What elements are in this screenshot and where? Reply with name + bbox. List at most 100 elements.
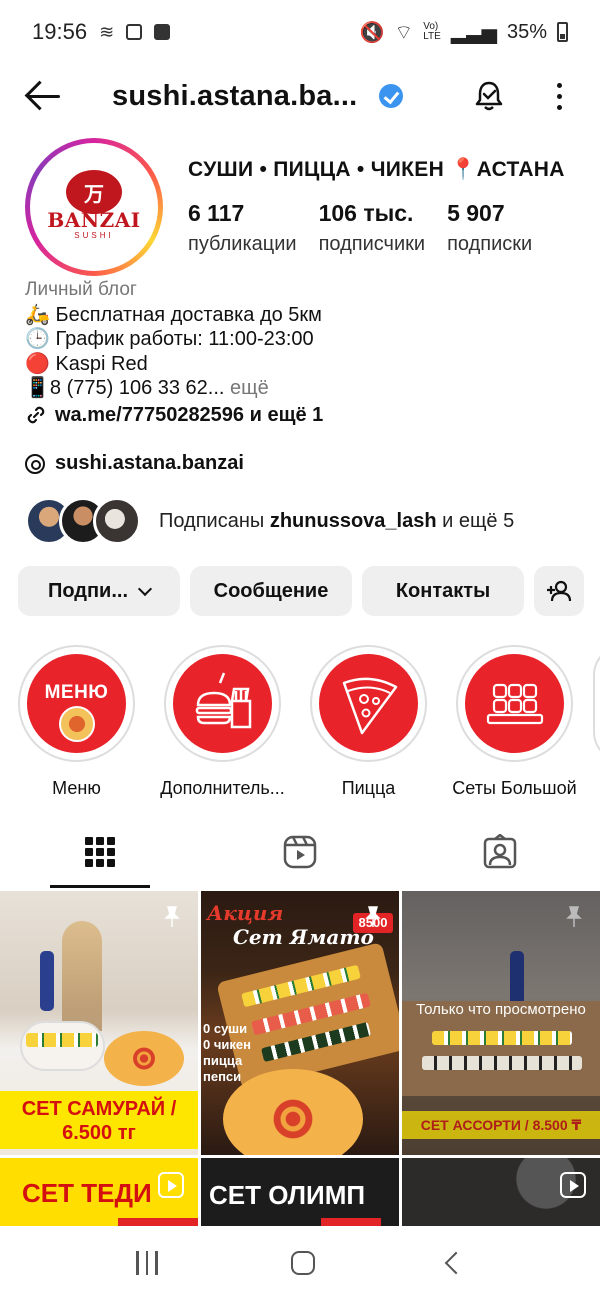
system-navigation-bar (0, 1226, 600, 1299)
post-tile[interactable]: СЕТ ОЛИМП (201, 1158, 399, 1228)
status-bar: 19:56 ≋ 🔇 ⌔ Vo) LTE ▂▃▅ 35% (0, 0, 600, 64)
bio-phone: 📱8 (775) 106 33 62... (25, 377, 225, 399)
highlight-cover (319, 654, 418, 753)
highlight-label: Меню (52, 778, 101, 798)
follow-button[interactable]: Подпи... (18, 566, 180, 616)
followed-by-row[interactable]: Подписаны zhunussova_lash и ещё 5 (25, 497, 514, 545)
tab-tagged[interactable] (400, 816, 600, 888)
stat-value: 106 тыс. (318, 200, 414, 226)
recently-viewed-overlay: Только что просмотрено (416, 1001, 586, 1018)
bio-link-text: wa.me/77750282596 и ещё 1 (55, 403, 324, 426)
tab-posts-grid[interactable] (0, 816, 200, 888)
post-tile[interactable]: Только что просмотрено СЕТ АССОРТИ / 8.5… (402, 891, 600, 1155)
stat-value: 5 907 (447, 200, 505, 226)
profile-username: sushi.astana.ba... (112, 79, 358, 112)
home-icon[interactable] (290, 1250, 315, 1275)
post-tile[interactable]: СЕТ САМУРАЙ / 6.500 тг (0, 891, 198, 1155)
threads-handle: sushi.astana.banzai (55, 452, 244, 474)
battery-percent: 35% (506, 20, 547, 43)
message-button[interactable]: Сообщение (190, 566, 352, 616)
reels-icon (283, 835, 317, 869)
highlight-big-sets[interactable]: Сеты Большой (452, 645, 577, 799)
chevron-down-icon (137, 581, 153, 596)
threads-icon (25, 453, 45, 474)
profile-header: sushi.astana.ba... (0, 64, 600, 128)
back-arrow-icon[interactable] (24, 76, 64, 116)
stat-followers[interactable]: 106 тыс. подписчики (319, 200, 425, 256)
highlight-cover (173, 654, 272, 753)
tab-reels[interactable] (200, 816, 400, 888)
pepsi-bottle-image (40, 951, 54, 1011)
stat-label: публикации (188, 233, 297, 255)
more-options-icon[interactable] (556, 82, 562, 110)
story-highlights: МЕНЮ Меню Дополнитель... Пицца Сеты Боль… (18, 645, 577, 799)
profile-category: Личный блог (25, 279, 137, 300)
system-back-icon[interactable] (444, 1251, 467, 1274)
suggested-users-button[interactable] (534, 566, 584, 616)
profile-tabs (0, 816, 600, 888)
wifi-calling-icon: ≋ (99, 21, 115, 42)
grid-icon (85, 837, 115, 867)
bio-line: 🕒 График работы: 11:00-23:00 (25, 328, 314, 350)
logo-text: BANZAI (47, 208, 141, 232)
post-caption: СЕТ АССОРТИ / 8.500 ₸ (402, 1111, 600, 1139)
stat-following[interactable]: 5 907 подписки (447, 200, 532, 256)
post-tile[interactable] (402, 1158, 600, 1228)
notification-bell-icon[interactable] (472, 79, 506, 113)
highlight-menu[interactable]: МЕНЮ Меню (18, 645, 135, 799)
bio-link[interactable]: wa.me/77750282596 и ещё 1 (25, 403, 585, 428)
highlight-label: Дополнитель... (160, 778, 285, 798)
bio-phone-line: 📱8 (775) 106 33 62... ещё (25, 376, 585, 401)
sushi-image (26, 1033, 98, 1047)
volte-icon: Vo) LTE (423, 21, 441, 42)
highlight-extras[interactable]: Дополнитель... (160, 645, 285, 799)
post-tile[interactable]: Акция Сет Ямато 8500 0 суши 0 чикен пицц… (201, 891, 399, 1155)
highlight-partial[interactable] (593, 645, 600, 762)
threads-link[interactable]: sushi.astana.banzai (25, 452, 244, 475)
avatar[interactable]: 万 BANZAI SUSHI (25, 138, 163, 276)
link-icon (27, 406, 45, 424)
profile-bio: Личный блог 🛵 Бесплатная доставка до 5км… (25, 278, 585, 427)
add-user-icon (547, 580, 572, 602)
stat-posts[interactable]: 6 117 публикации (188, 200, 297, 256)
signal-icon: ▂▃▅ (450, 21, 497, 44)
pizza-image (223, 1069, 363, 1155)
bio-line: 🛵 Бесплатная доставка до 5км (25, 303, 322, 326)
checkbox-notification-icon (154, 24, 171, 40)
reel-icon (158, 1172, 184, 1198)
posts-grid: СЕТ САМУРАЙ / 6.500 тг Акция Сет Ямато 8… (0, 891, 600, 1228)
recent-apps-icon[interactable] (136, 1250, 158, 1275)
bio-more-link[interactable]: ещё (224, 377, 269, 399)
highlight-label: Сеты Большой (452, 778, 577, 798)
pin-icon (365, 906, 381, 927)
sushi-image (422, 1056, 582, 1070)
sushi-set-icon (486, 683, 543, 724)
follower-avatar (93, 497, 141, 545)
burger-fries-icon (195, 672, 251, 728)
post-side-text: 0 суши 0 чикен пицца пепси (203, 1021, 251, 1084)
pizza-image (104, 1031, 184, 1086)
follow-button-label: Подпи... (47, 579, 129, 602)
contacts-button[interactable]: Контакты (362, 566, 524, 616)
pizza-slice-icon (342, 677, 397, 734)
highlight-label: Пицца (341, 778, 396, 798)
bio-line: 🔴 Kaspi Red (25, 352, 148, 375)
logo-subtext: SUSHI (74, 231, 114, 240)
verified-badge-icon (379, 84, 404, 108)
tagged-icon (483, 834, 517, 869)
pin-icon (566, 906, 582, 927)
profile-stats: 6 117 публикации 106 тыс. подписчики 5 9… (188, 200, 532, 256)
sushi-image (432, 1031, 572, 1045)
stat-label: подписки (447, 233, 533, 255)
wheat-decor-image (62, 921, 102, 1031)
reel-icon (560, 1172, 586, 1198)
highlight-cover-text: МЕНЮ (44, 682, 109, 703)
status-time: 19:56 (32, 19, 88, 44)
post-tile[interactable]: СЕТ ТЕДИ (0, 1158, 198, 1228)
stat-label: подписчики (318, 233, 426, 255)
post-title-line: Акция (207, 901, 284, 925)
pin-icon (164, 906, 180, 927)
banzai-logo: 万 BANZAI SUSHI (34, 147, 154, 267)
profile-display-name: СУШИ • ПИЦЦА • ЧИКЕН 📍АСТАНА (188, 158, 565, 181)
highlight-pizza[interactable]: Пицца (310, 645, 427, 799)
